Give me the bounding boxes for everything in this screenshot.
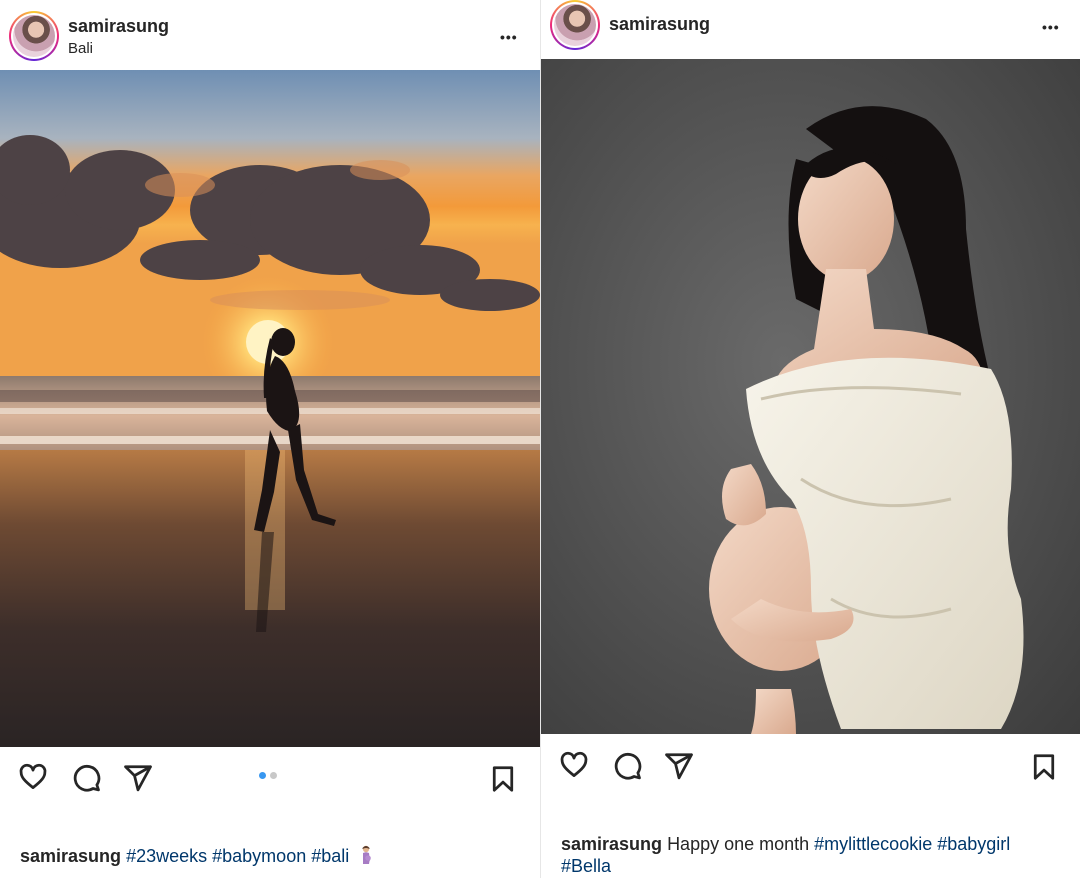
share-icon[interactable] [664, 751, 694, 781]
profile-avatar[interactable] [550, 0, 600, 50]
share-icon[interactable] [123, 763, 153, 793]
profile-avatar[interactable] [9, 11, 59, 61]
caption-username[interactable]: samirasung [20, 846, 121, 866]
more-options-icon[interactable]: ••• [500, 30, 518, 44]
post-header: samirasung ••• [541, 0, 1080, 58]
username-link[interactable]: samirasung [68, 16, 169, 37]
maternity-portrait-image [541, 59, 1080, 734]
username-link[interactable]: samirasung [609, 14, 710, 35]
post-actions-bar [541, 748, 1080, 788]
caption-username[interactable]: samirasung [561, 834, 662, 854]
more-options-icon[interactable]: ••• [1042, 20, 1060, 34]
hashtag-babymoon[interactable]: #babymoon [212, 846, 306, 866]
comment-icon[interactable] [71, 763, 101, 793]
post-photo-sunset-beach[interactable] [0, 70, 540, 747]
bookmark-icon[interactable] [1029, 752, 1059, 782]
caption-text: Happy one month [667, 834, 810, 854]
hashtag-mylittlecookie[interactable]: #mylittlecookie [814, 834, 932, 854]
post-caption: samirasung #23weeks #babymoon #bali [20, 845, 530, 867]
hashtag-babygirl[interactable]: #babygirl [937, 834, 1010, 854]
carousel-dot-active [259, 772, 266, 779]
post-actions-bar [0, 760, 540, 800]
post-caption: samirasung Happy one month #mylittlecook… [561, 833, 1061, 877]
post-header: samirasung Bali ••• [0, 0, 540, 70]
hashtag-bella[interactable]: #Bella [561, 856, 611, 876]
post-bali: samirasung Bali ••• samirasung #23weeks … [0, 0, 540, 878]
post-maternity: samirasung ••• samirasung Happy one mont… [541, 0, 1080, 878]
bookmark-icon[interactable] [488, 764, 518, 794]
carousel-indicator [259, 772, 277, 779]
sunset-beach-image [0, 70, 540, 747]
heart-icon[interactable] [18, 762, 48, 792]
comment-icon[interactable] [612, 751, 642, 781]
heart-icon[interactable] [559, 750, 589, 780]
location-link[interactable]: Bali [68, 40, 93, 57]
post-photo-maternity-portrait[interactable] [541, 59, 1080, 734]
hashtag-bali[interactable]: #bali [311, 846, 349, 866]
hashtag-23weeks[interactable]: #23weeks [126, 846, 207, 866]
carousel-dot [270, 772, 277, 779]
pregnant-person-emoji [362, 845, 372, 864]
